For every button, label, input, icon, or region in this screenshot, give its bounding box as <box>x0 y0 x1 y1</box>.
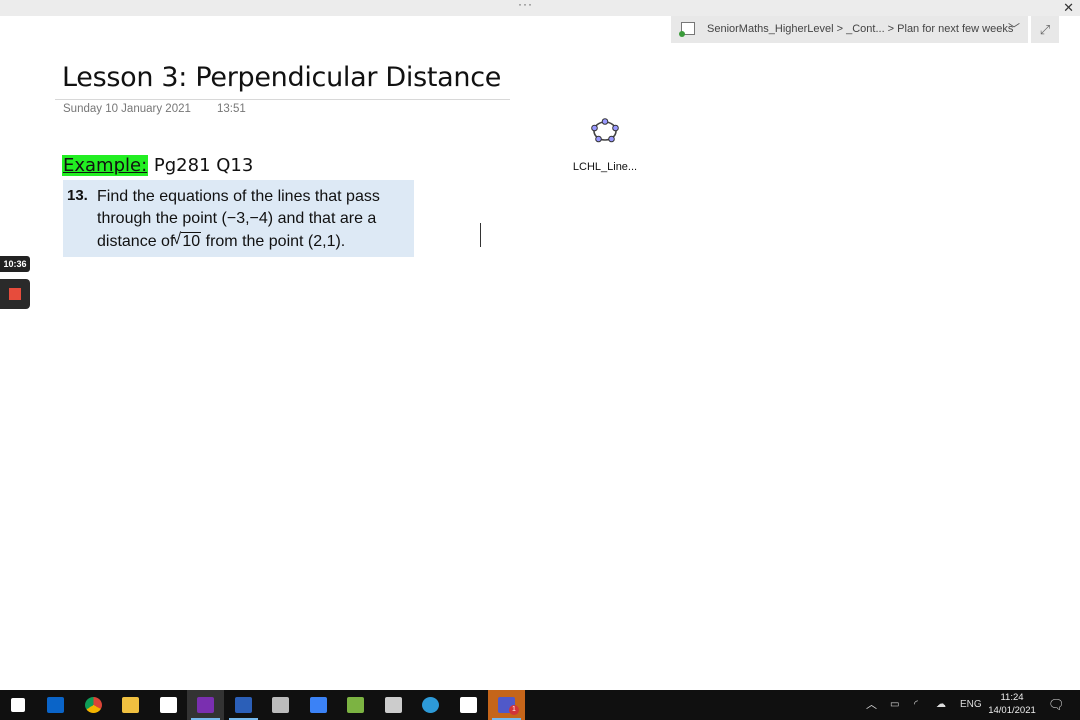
geogebra-icon <box>591 118 619 143</box>
language-indicator[interactable]: ENG <box>960 690 982 720</box>
phone-link-icon <box>385 697 402 713</box>
close-icon[interactable]: ✕ <box>1063 0 1074 16</box>
problem-line-1: Find the equations of the lines that pas… <box>97 188 380 205</box>
taskbar-snipping-tool-button[interactable] <box>150 690 187 720</box>
taskbar-printer-button[interactable] <box>262 690 299 720</box>
attachment-name: LCHL_Line... <box>572 161 638 173</box>
notebook-breadcrumb[interactable]: SeniorMaths_HigherLevel > _Cont... > Pla… <box>671 16 1028 43</box>
onedrive-icon[interactable]: ☁ <box>936 690 946 720</box>
page-date: Sunday 10 January 2021 <box>63 103 191 115</box>
taskbar-outlook-button[interactable] <box>37 690 74 720</box>
file-explorer-icon <box>122 697 139 713</box>
clock-time: 11:24 <box>1000 692 1024 703</box>
taskbar-todo-button[interactable] <box>300 690 337 720</box>
taskbar-chrome-button[interactable] <box>75 690 112 720</box>
window-grip-dots[interactable]: ··· <box>518 0 533 11</box>
windows-start-icon <box>11 698 25 712</box>
taskbar-teams-button[interactable]: 1 <box>488 690 525 720</box>
chevron-up-icon[interactable]: ︿ <box>866 690 877 720</box>
problem-line-3-end: from the point (2,1). <box>201 233 346 250</box>
clock-date: 14/01/2021 <box>988 705 1036 716</box>
taskbar-phone-link-button[interactable] <box>375 690 412 720</box>
taskbar-whiteboard-button[interactable] <box>450 690 487 720</box>
chevron-down-icon[interactable]: ﹀ <box>1008 16 1020 43</box>
taskbar-onenote-button[interactable] <box>187 690 224 720</box>
onenote-icon <box>197 697 214 713</box>
example-reference: Pg281 Q13 <box>153 155 254 176</box>
snipping-tool-icon <box>160 697 177 713</box>
problem-number: 13. <box>67 187 88 204</box>
text-cursor <box>480 223 481 247</box>
stop-icon <box>9 288 21 300</box>
page-time: 13:51 <box>217 103 246 115</box>
taskbar-file-explorer-button[interactable] <box>112 690 149 720</box>
breadcrumb-path[interactable]: SeniorMaths_HigherLevel > _Cont... > Pla… <box>707 16 1013 43</box>
expand-icon[interactable]: ⤢ <box>1031 16 1059 43</box>
example-label: Example: <box>62 155 149 176</box>
whiteboard-icon <box>460 697 477 713</box>
recording-timer: 10:36 <box>0 256 30 272</box>
todo-icon <box>310 697 327 713</box>
outlook-icon <box>47 697 64 713</box>
wifi-icon[interactable]: ◜ <box>914 690 918 720</box>
square-root: 10 <box>172 231 202 251</box>
word-icon <box>235 697 252 713</box>
problem-line-3-start: distance of <box>97 233 175 250</box>
window-title-bar: ··· ✕ <box>0 0 1080 16</box>
taskbar-edge-button[interactable] <box>412 690 449 720</box>
chrome-icon <box>85 697 102 713</box>
printer-icon <box>272 697 289 713</box>
battery-icon[interactable]: ▭ <box>890 690 899 720</box>
taskbar-windows-start-button[interactable] <box>0 690 37 720</box>
taskbar-calculator-button[interactable] <box>337 690 374 720</box>
edge-icon <box>422 697 439 713</box>
taskbar-word-button[interactable] <box>225 690 262 720</box>
notifications-icon[interactable]: 🗨 <box>1048 690 1065 720</box>
problem-line-3: distance of 10 from the point (2,1). <box>97 231 346 251</box>
system-clock[interactable]: 11:24 14/01/2021 <box>984 691 1040 717</box>
radicand: 10 <box>181 232 202 250</box>
stop-recording-button[interactable] <box>0 279 30 309</box>
page-title[interactable]: Lesson 3: Perpendicular Distance <box>62 62 501 93</box>
geogebra-attachment[interactable]: LCHL_Line... <box>566 114 644 173</box>
notebook-sync-icon <box>679 22 695 37</box>
example-heading[interactable]: Example: Pg281 Q13 <box>62 155 253 176</box>
title-divider <box>55 99 510 100</box>
calculator-icon <box>347 697 364 713</box>
problem-image[interactable]: 13. Find the equations of the lines that… <box>63 180 414 257</box>
problem-line-2: through the point (−3,−4) and that are a <box>97 210 377 227</box>
teams-badge: 1 <box>509 705 519 715</box>
taskbar: 1 ︿ ▭ ◜ ☁ ENG 11:24 14/01/2021 🗨 <box>0 690 1080 720</box>
